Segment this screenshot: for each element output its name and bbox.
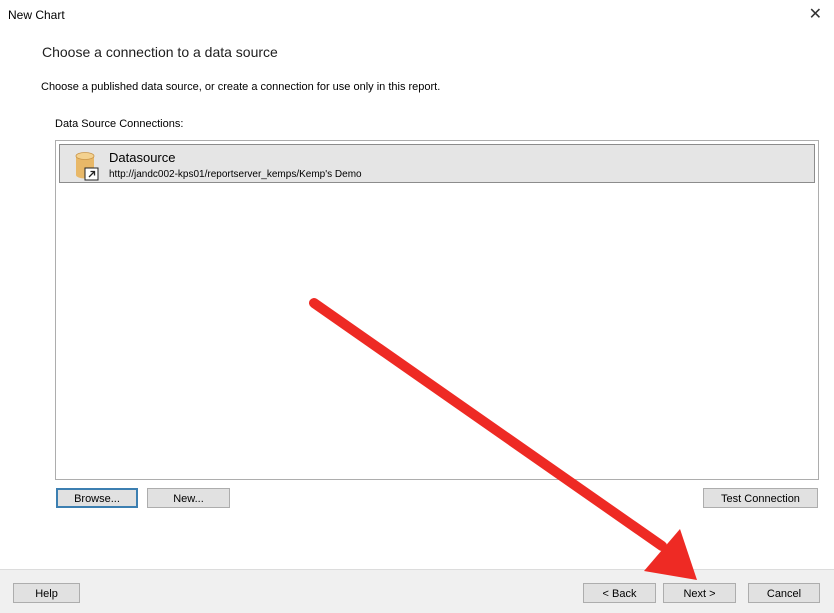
datasource-url: http://jandc002-kps01/reportserver_kemps… bbox=[109, 169, 362, 180]
page-description: Choose a published data source, or creat… bbox=[41, 81, 441, 93]
page-heading: Choose a connection to a data source bbox=[42, 44, 278, 60]
connections-label: Data Source Connections: bbox=[55, 118, 184, 130]
next-button[interactable]: Next > bbox=[663, 583, 736, 603]
close-icon[interactable]: ✕ bbox=[809, 4, 822, 24]
new-button[interactable]: New... bbox=[147, 488, 230, 508]
browse-button[interactable]: Browse... bbox=[56, 488, 138, 508]
datasource-name: Datasource bbox=[109, 150, 176, 165]
list-item-datasource[interactable]: Datasource http://jandc002-kps01/reports… bbox=[59, 144, 815, 183]
test-connection-button[interactable]: Test Connection bbox=[703, 488, 818, 508]
back-button[interactable]: < Back bbox=[583, 583, 656, 603]
cancel-button[interactable]: Cancel bbox=[748, 583, 820, 603]
window-title: New Chart bbox=[8, 8, 65, 22]
help-button[interactable]: Help bbox=[13, 583, 80, 603]
data-source-connections-list[interactable]: Datasource http://jandc002-kps01/reports… bbox=[55, 140, 819, 480]
database-shortcut-icon bbox=[75, 152, 99, 181]
